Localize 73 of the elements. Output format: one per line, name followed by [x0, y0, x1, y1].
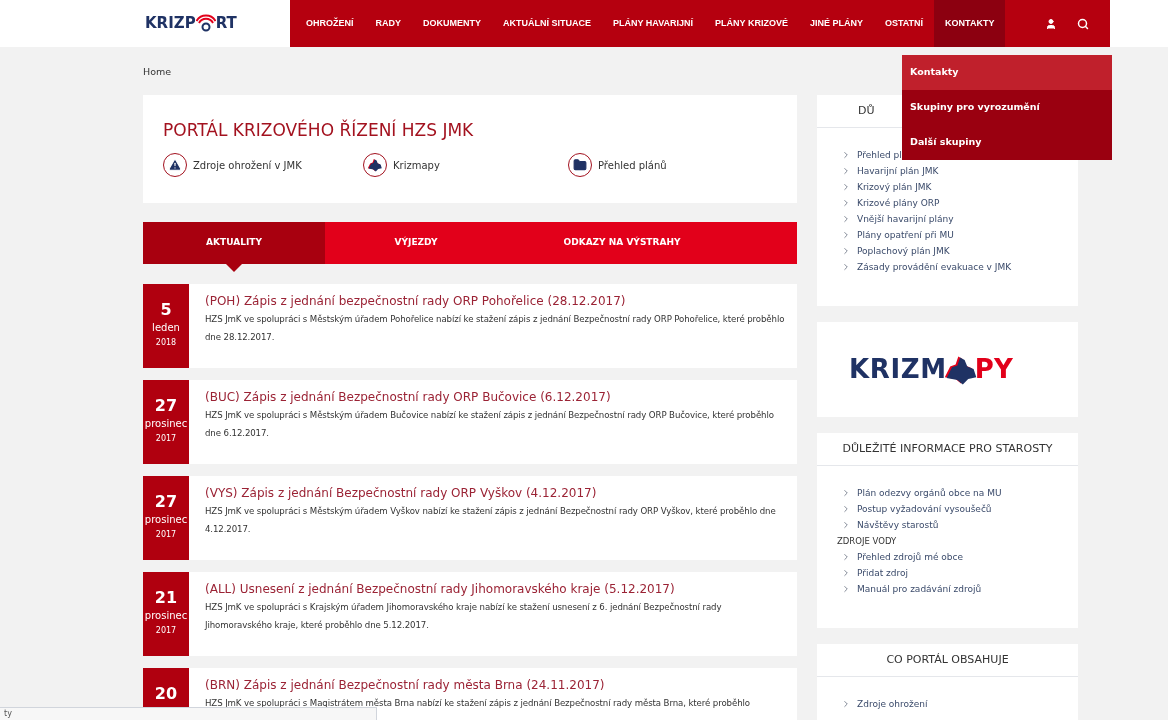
card-title: DŮLEŽITÉ INFORMACE PRO STAROSTY — [842, 440, 1053, 457]
dropdown-item[interactable]: Skupiny pro vyrozumění — [902, 90, 1112, 125]
sidebar-link[interactable]: Zdroje ohrožení — [857, 697, 928, 711]
krizmapy-card[interactable]: KRIZM PY — [817, 322, 1078, 417]
sidebar-link[interactable]: Krizový plán JMK — [857, 180, 932, 194]
nav-item[interactable]: PLÁNY KRIZOVÉ — [704, 0, 799, 47]
sidebar-link[interactable]: Postup vyžadování vysoušečů — [857, 502, 992, 516]
sidebar-link[interactable]: Poplachový plán JMK — [857, 244, 950, 258]
news-text: HZS JmK ve spolupráci s Magistrátem města Brna nabízí ke stažení zápis z jednání Bezpečnostní rady města Brna, které proběhlo — [205, 697, 751, 710]
sidebar-link[interactable]: Havarijní plán JMK — [857, 164, 939, 178]
sidebar-link[interactable]: Přehled zdrojů mé obce — [857, 550, 963, 564]
date-month: prosinec — [144, 609, 188, 623]
signal-logo-icon — [195, 13, 216, 34]
nav-item[interactable]: PLÁNY HAVARIJNÍ — [602, 0, 705, 47]
status-bar: ty — [0, 707, 377, 720]
logo-text: RT — [215, 13, 237, 35]
date-day: 27 — [154, 492, 178, 512]
sidebar-link[interactable]: Návštěvy starostů — [857, 518, 939, 532]
sidebar-link[interactable]: Plány opatření při MU — [857, 228, 954, 242]
card-title: DŮ — [858, 102, 875, 119]
folder-icon — [573, 158, 587, 172]
list-heading: ZDROJE VODY — [837, 535, 898, 548]
sidebar-link[interactable]: Plán odezvy orgánů obce na MU — [857, 486, 1002, 500]
hero-link[interactable]: Zdroje ohrožení v JMK — [163, 153, 363, 177]
date-month: prosinec — [144, 513, 188, 527]
tab-pointer-icon — [226, 264, 242, 272]
news-title[interactable]: (BRN) Zápis z jednání Bezpečnostní rady města Brna (24.11.2017) — [205, 676, 785, 694]
date-year: 2018 — [155, 337, 177, 349]
news-text: HZS JmK ve spolupráci s Městským úřadem Vyškov nabízí ke stažení zápis z jednání Bezpečnostní rady ORP Vyškov, které proběhlo dne 4.12.2017. — [205, 505, 777, 536]
map-icon — [367, 157, 383, 173]
nav-item[interactable]: AKTUÁLNÍ SITUACE — [492, 0, 603, 47]
hero-link[interactable]: Přehled plánů — [568, 153, 777, 177]
page-title: PORTÁL KRIZOVÉHO ŘÍZENÍ HZS JMK — [163, 119, 475, 141]
nav-item[interactable]: DOKUMENTY — [412, 0, 493, 47]
dropdown-item[interactable]: Další skupiny — [902, 125, 1112, 160]
search-icon[interactable] — [1077, 17, 1090, 30]
krizmapy-logo-text: KRIZM — [849, 353, 947, 386]
card-title: CO PORTÁL OBSAHUJE — [886, 651, 1009, 668]
nav-item[interactable]: JINÉ PLÁNY — [798, 0, 874, 47]
date-year: 2017 — [155, 433, 177, 445]
krizmapy-logo-text: PY — [974, 353, 1013, 386]
date-day: 20 — [154, 684, 178, 704]
logo-text: KRIZP — [145, 13, 196, 35]
hero-link[interactable]: Krizmapy — [363, 153, 568, 177]
nav-item[interactable]: OHROŽENÍ — [295, 0, 365, 47]
date-year: 2017 — [155, 529, 177, 541]
warning-icon — [168, 158, 182, 172]
date-month: prosinec — [144, 417, 188, 431]
news-text: HZS JmK ve spolupráci s Městským úřadem Pohořelice nabízí ke stažení zápis z jednání Bezpečnostní rady ORP Pohořelice, které proběhlo dne 28.12.2017. — [205, 313, 785, 344]
nav-item[interactable]: RADY — [364, 0, 413, 47]
sidebar-link[interactable]: Krizové plány ORP — [857, 196, 940, 210]
news-text: HZS JmK ve spolupráci s Krajským úřadem Jihomoravského kraje nabízí ke stažení usnesení z 6. jednání Bezpečnostní rady Jihomoravského kraje, které proběhlo dne 5.12.2017. — [205, 601, 723, 632]
date-day: 21 — [154, 588, 178, 608]
news-title[interactable]: (BUC) Zápis z jednání Bezpečnostní rady ORP Bučovice (6.12.2017) — [205, 388, 785, 406]
news-title[interactable]: (ALL) Usnesení z jednání Bezpečnostní rady Jihomoravského kraje (5.12.2017) — [205, 580, 785, 598]
sidebar-link[interactable]: Přehled pl — [857, 148, 902, 162]
breadcrumb-link[interactable]: Home — [143, 65, 172, 79]
nav-item[interactable]: OSTATNÍ — [873, 0, 935, 47]
sidebar-link[interactable]: Vnější havarijní plány — [857, 212, 954, 226]
news-title[interactable]: (POH) Zápis z jednání bezpečnostní rady ORP Pohořelice (28.12.2017) — [205, 292, 785, 310]
sidebar-link[interactable]: Zásady provádění evakuace v JMK — [857, 260, 1012, 274]
nav-item[interactable]: KONTAKTY — [934, 0, 1006, 47]
user-icon[interactable] — [1045, 17, 1058, 30]
date-day: 27 — [154, 396, 178, 416]
sidebar-link[interactable]: Přidat zdroj — [857, 566, 909, 580]
date-month: leden — [152, 321, 180, 335]
dropdown-item[interactable]: Kontakty — [902, 55, 1112, 90]
chevron-icon — [841, 699, 851, 709]
sidebar-link[interactable]: Manuál pro zadávání zdrojů — [857, 582, 982, 596]
news-title[interactable]: (VYS) Zápis z jednání Bezpečnostní rady ORP Vyškov (4.12.2017) — [205, 484, 785, 502]
date-day: 5 — [160, 300, 172, 320]
news-text: HZS JmK ve spolupráci s Městským úřadem Bučovice nabízí ke stažení zápis z jednání Bezpečnostní rady ORP Bučovice, které proběhlo dne 6.12.2017. — [205, 409, 775, 440]
date-year: 2017 — [155, 625, 177, 637]
